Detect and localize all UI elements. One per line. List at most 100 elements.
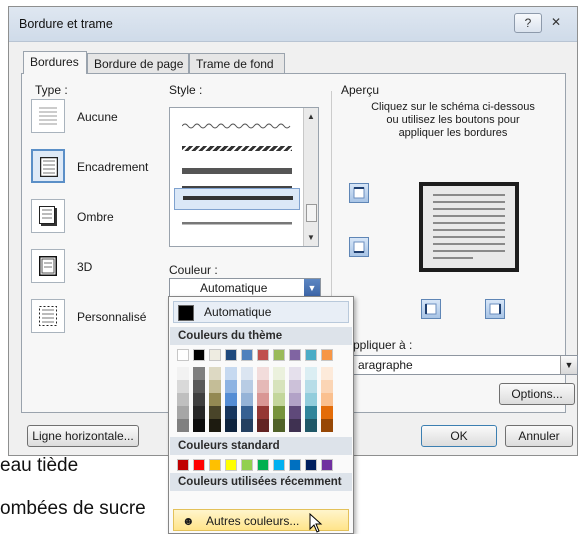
- theme-shade-swatch[interactable]: [241, 406, 253, 419]
- standard-color-swatch[interactable]: [257, 459, 269, 471]
- theme-shade-swatch[interactable]: [321, 380, 333, 393]
- theme-shade-swatch[interactable]: [257, 393, 269, 406]
- theme-shade-swatch[interactable]: [225, 406, 237, 419]
- theme-shade-swatch[interactable]: [225, 380, 237, 393]
- theme-shade-swatch[interactable]: [193, 380, 205, 393]
- border-preview-diagram[interactable]: [419, 182, 519, 272]
- theme-shade-swatch[interactable]: [289, 367, 301, 380]
- line-style-selected[interactable]: [174, 188, 300, 210]
- horizontal-line-button[interactable]: Ligne horizontale...: [27, 425, 139, 447]
- theme-color-swatch[interactable]: [209, 349, 221, 361]
- apply-to-dropdown[interactable]: aragraphe ▼: [353, 355, 578, 375]
- theme-color-swatch[interactable]: [305, 349, 317, 361]
- theme-shade-swatch[interactable]: [193, 367, 205, 380]
- theme-shade-swatch[interactable]: [273, 380, 285, 393]
- theme-color-swatch[interactable]: [225, 349, 237, 361]
- theme-shade-swatch[interactable]: [305, 419, 317, 432]
- tab-trame-de-fond[interactable]: Trame de fond: [189, 53, 285, 73]
- tab-bordure-de-page[interactable]: Bordure de page: [87, 53, 189, 73]
- theme-color-swatch[interactable]: [241, 349, 253, 361]
- automatic-color-item[interactable]: Automatique: [173, 301, 349, 323]
- style-scrollbar[interactable]: ▲ ▼: [303, 108, 318, 246]
- theme-shade-swatch[interactable]: [289, 393, 301, 406]
- scroll-up-icon[interactable]: ▲: [307, 112, 315, 121]
- theme-color-swatch[interactable]: [257, 349, 269, 361]
- left-border-button[interactable]: [421, 299, 441, 319]
- theme-shade-swatch[interactable]: [241, 393, 253, 406]
- standard-color-swatch[interactable]: [177, 459, 189, 471]
- right-border-button[interactable]: [485, 299, 505, 319]
- theme-color-swatch[interactable]: [273, 349, 285, 361]
- standard-color-swatch[interactable]: [321, 459, 333, 471]
- theme-shade-swatch[interactable]: [305, 380, 317, 393]
- theme-shade-swatch[interactable]: [257, 419, 269, 432]
- theme-shade-swatch[interactable]: [225, 419, 237, 432]
- theme-shade-swatch[interactable]: [177, 367, 189, 380]
- theme-shade-swatch[interactable]: [257, 406, 269, 419]
- standard-color-swatch[interactable]: [193, 459, 205, 471]
- theme-shade-swatch[interactable]: [241, 380, 253, 393]
- theme-shade-swatch[interactable]: [241, 419, 253, 432]
- theme-shade-swatch[interactable]: [209, 393, 221, 406]
- theme-shade-swatch[interactable]: [193, 406, 205, 419]
- tab-bordures[interactable]: Bordures: [23, 51, 87, 74]
- theme-shade-swatch[interactable]: [273, 393, 285, 406]
- standard-color-swatch[interactable]: [225, 459, 237, 471]
- top-border-button[interactable]: [349, 183, 369, 203]
- scroll-thumb[interactable]: [306, 204, 317, 222]
- line-style-wavy[interactable]: [182, 122, 292, 130]
- theme-shade-swatch[interactable]: [305, 393, 317, 406]
- theme-shade-swatch[interactable]: [305, 367, 317, 380]
- color-dropdown[interactable]: Automatique ▼: [169, 278, 321, 298]
- close-button[interactable]: ✕: [543, 13, 569, 31]
- theme-shade-swatch[interactable]: [177, 406, 189, 419]
- theme-shade-swatch[interactable]: [225, 367, 237, 380]
- theme-shade-swatch[interactable]: [289, 406, 301, 419]
- bottom-border-button[interactable]: [349, 237, 369, 257]
- theme-shade-swatch[interactable]: [289, 419, 301, 432]
- theme-shade-swatch[interactable]: [273, 367, 285, 380]
- theme-shade-swatch[interactable]: [321, 419, 333, 432]
- theme-shade-swatch[interactable]: [273, 419, 285, 432]
- theme-shade-swatch[interactable]: [321, 406, 333, 419]
- style-listbox[interactable]: ▲ ▼: [169, 107, 319, 247]
- theme-color-swatch[interactable]: [289, 349, 301, 361]
- standard-color-swatch[interactable]: [273, 459, 285, 471]
- theme-shade-swatch[interactable]: [209, 380, 221, 393]
- standard-color-swatch[interactable]: [241, 459, 253, 471]
- theme-color-swatch[interactable]: [193, 349, 205, 361]
- dropdown-arrow-icon[interactable]: ▼: [560, 356, 577, 374]
- line-style-thick[interactable]: [182, 168, 292, 174]
- theme-shade-swatch[interactable]: [241, 367, 253, 380]
- options-button[interactable]: Options...: [499, 383, 575, 405]
- theme-shade-swatch[interactable]: [193, 419, 205, 432]
- theme-shade-swatch[interactable]: [193, 393, 205, 406]
- theme-shade-swatch[interactable]: [321, 393, 333, 406]
- dropdown-arrow-icon[interactable]: ▼: [304, 279, 320, 297]
- theme-shade-swatch[interactable]: [209, 367, 221, 380]
- line-style-hatched[interactable]: [182, 146, 292, 151]
- theme-shade-swatch[interactable]: [257, 380, 269, 393]
- theme-shade-swatch[interactable]: [273, 406, 285, 419]
- theme-shade-swatch[interactable]: [209, 419, 221, 432]
- theme-color-swatch[interactable]: [177, 349, 189, 361]
- theme-color-swatch[interactable]: [321, 349, 333, 361]
- theme-shade-swatch[interactable]: [177, 393, 189, 406]
- cancel-button[interactable]: Annuler: [505, 425, 573, 447]
- theme-shade-swatch[interactable]: [257, 367, 269, 380]
- standard-color-swatch[interactable]: [305, 459, 317, 471]
- theme-shade-swatch[interactable]: [289, 380, 301, 393]
- theme-shade-swatch[interactable]: [177, 419, 189, 432]
- ok-button[interactable]: OK: [421, 425, 497, 447]
- help-button[interactable]: ?: [514, 13, 542, 33]
- line-style-thin-double[interactable]: [182, 222, 292, 225]
- theme-shade-swatch[interactable]: [209, 406, 221, 419]
- standard-color-swatch[interactable]: [209, 459, 221, 471]
- standard-color-swatch[interactable]: [289, 459, 301, 471]
- scroll-down-icon[interactable]: ▼: [307, 233, 315, 242]
- theme-shade-swatch[interactable]: [225, 393, 237, 406]
- theme-shade-swatch[interactable]: [321, 367, 333, 380]
- right-border-icon: [489, 303, 501, 315]
- theme-shade-swatch[interactable]: [305, 406, 317, 419]
- theme-shade-swatch[interactable]: [177, 380, 189, 393]
